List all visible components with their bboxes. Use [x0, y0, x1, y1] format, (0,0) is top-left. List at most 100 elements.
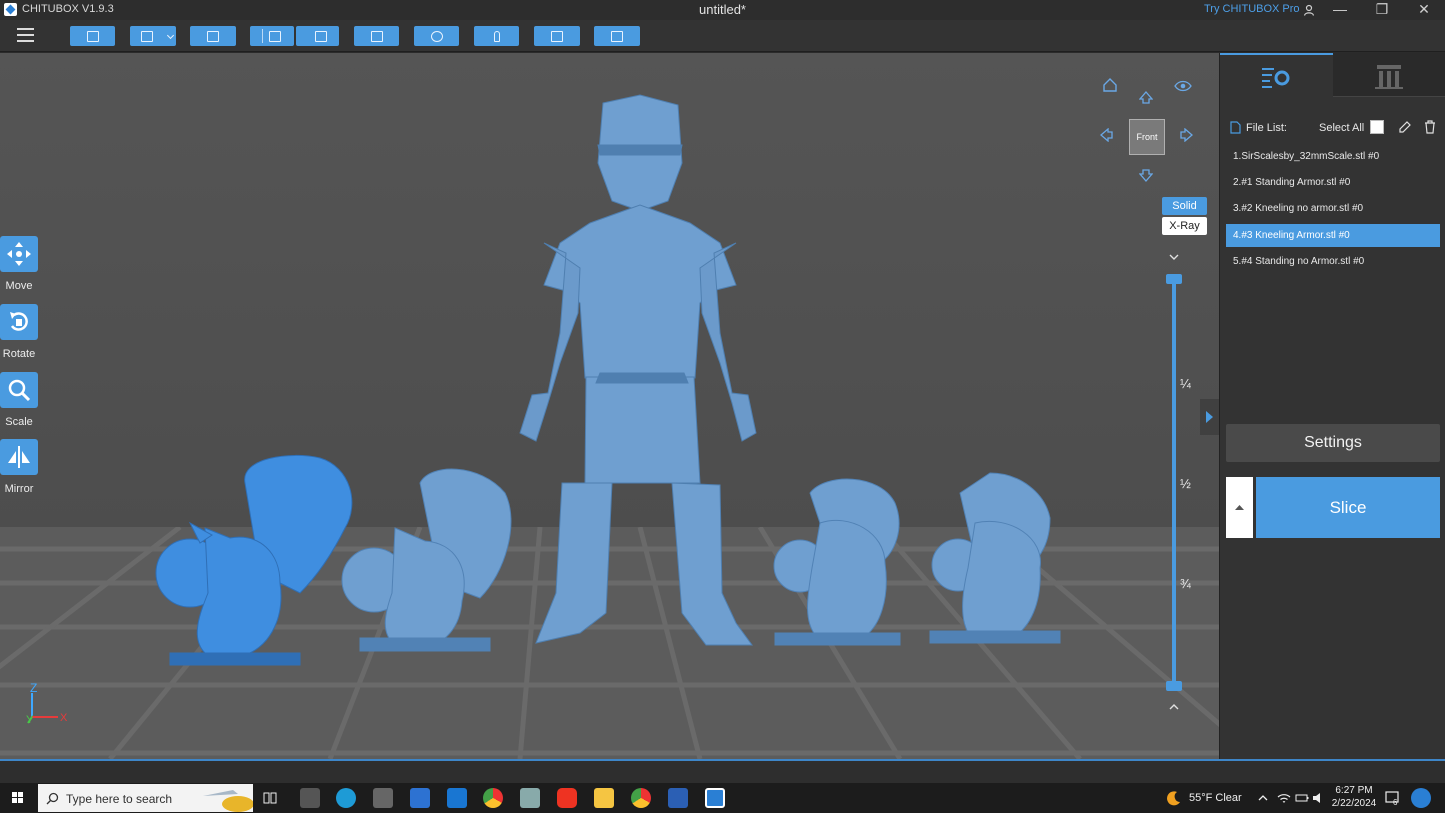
settings-button[interactable]: Settings: [1226, 424, 1440, 462]
trash-icon[interactable]: [1423, 120, 1437, 134]
file-list-header: File List: Select All: [1226, 119, 1440, 137]
move-label: Move: [5, 280, 33, 292]
cortana-icon[interactable]: [410, 788, 430, 808]
home-view-icon[interactable]: [1102, 77, 1118, 93]
main-toolbar: [0, 20, 1445, 52]
notification-count: 6: [1393, 798, 1398, 807]
notification-center-icon[interactable]: [1384, 790, 1400, 806]
standing-armor-model[interactable]: [341, 468, 512, 652]
scale-tool[interactable]: Scale: [0, 372, 38, 428]
layer-slider-track[interactable]: [1172, 279, 1176, 689]
title-bar: CHITUBOX V1.9.3 untitled* Try CHITUBOX P…: [0, 0, 1445, 20]
app-name: CHITUBOX V1.9.3: [22, 3, 114, 15]
file-list-item-selected[interactable]: 4.#3 Kneeling Armor.stl #0: [1226, 224, 1440, 247]
copy-icon: [370, 31, 383, 42]
solid-view-button[interactable]: Solid: [1162, 197, 1207, 215]
colorful-app-icon[interactable]: [1411, 788, 1431, 808]
tab-machine[interactable]: [1333, 53, 1445, 97]
try-pro-link[interactable]: Try CHITUBOX Pro: [1204, 3, 1300, 15]
save-button[interactable]: [130, 26, 176, 46]
move-tool[interactable]: Move: [0, 236, 38, 292]
layer-slider-bottom-handle[interactable]: [1166, 681, 1182, 691]
chevron-up-icon[interactable]: [1257, 792, 1269, 804]
support-button[interactable]: [474, 26, 519, 46]
edge-icon[interactable]: [336, 788, 356, 808]
eye-icon[interactable]: [1174, 79, 1192, 93]
rotate-label: Rotate: [2, 348, 36, 360]
select-all-checkbox[interactable]: [1370, 120, 1384, 134]
axis-z-label: Z: [30, 681, 37, 695]
edit-icon[interactable]: [1398, 120, 1412, 134]
file-list-item[interactable]: 3.#2 Kneeling no armor.stl #0: [1226, 197, 1440, 220]
chevron-down-icon: [166, 31, 175, 40]
hollow-button[interactable]: [534, 26, 580, 46]
slice-button[interactable]: Slice: [1256, 477, 1440, 538]
restore-button[interactable]: ❐: [1364, 0, 1400, 20]
mail-icon[interactable]: [447, 788, 467, 808]
file-explorer-icon[interactable]: [594, 788, 614, 808]
chitubox-logo-icon: [4, 3, 17, 16]
copy-button[interactable]: [354, 26, 399, 46]
arrange-button[interactable]: [414, 26, 459, 46]
3d-viewport[interactable]: Move Rotate Scale Mirror Front Solid X-R…: [0, 53, 1219, 759]
support-icon: [493, 31, 500, 42]
paint-icon[interactable]: [520, 788, 540, 808]
file-icon: [1230, 121, 1241, 134]
slice-options-button[interactable]: [1226, 477, 1253, 538]
clock-time[interactable]: 6:27 PM: [1334, 785, 1374, 796]
kneeling-no-armor-model[interactable]: [773, 478, 901, 646]
status-bar: [0, 761, 1445, 783]
microsoft-store-icon[interactable]: [300, 788, 320, 808]
chevron-right-icon: [1206, 411, 1213, 423]
view-cube[interactable]: Front: [1129, 119, 1165, 155]
windows-start-icon[interactable]: [0, 783, 36, 813]
word-icon[interactable]: [668, 788, 688, 808]
save-icon: [141, 31, 153, 42]
minimize-button[interactable]: —: [1322, 0, 1358, 20]
file-list-item[interactable]: 5.#4 Standing no Armor.stl #0: [1226, 250, 1440, 273]
volume-icon[interactable]: [1312, 791, 1326, 805]
view-down-arrow-icon[interactable]: [1139, 168, 1153, 182]
battery-icon[interactable]: [1295, 791, 1309, 805]
layer-slider-top-handle[interactable]: [1166, 274, 1182, 284]
open-file-button[interactable]: [70, 26, 115, 46]
taskbar-search-input[interactable]: Type here to search: [38, 784, 253, 812]
rotate-icon: [0, 304, 38, 340]
weather-text[interactable]: 55°F Clear: [1189, 792, 1242, 804]
view-left-arrow-icon[interactable]: [1100, 128, 1114, 142]
chrome-icon[interactable]: [483, 788, 503, 808]
kneeling-armor-model[interactable]: [155, 454, 353, 666]
chrome-profile-icon[interactable]: [631, 788, 651, 808]
file-list-item[interactable]: 2.#1 Standing Armor.stl #0: [1226, 171, 1440, 194]
tab-file-settings[interactable]: [1220, 53, 1333, 97]
redo-icon: [314, 31, 327, 42]
standing-no-armor-model[interactable]: [929, 472, 1061, 644]
search-placeholder: Type here to search: [66, 792, 173, 806]
youtube-icon[interactable]: [557, 788, 577, 808]
undo-button[interactable]: [250, 26, 294, 46]
view-right-arrow-icon[interactable]: [1179, 128, 1193, 142]
layer-fraction-half: ½: [1180, 476, 1191, 491]
hamburger-menu-icon[interactable]: [17, 28, 34, 42]
clock-date[interactable]: 2/22/2024: [1331, 798, 1377, 809]
mirror-tool[interactable]: Mirror: [0, 439, 38, 495]
wifi-icon[interactable]: [1277, 791, 1291, 805]
close-button[interactable]: ✕: [1406, 0, 1442, 20]
calculator-icon[interactable]: [373, 788, 393, 808]
knight-model[interactable]: [519, 94, 757, 646]
moon-weather-icon: [1167, 791, 1180, 806]
chevron-up-icon[interactable]: [1168, 701, 1180, 713]
import-button[interactable]: [190, 26, 236, 46]
redo-button[interactable]: [296, 26, 339, 46]
task-view-icon[interactable]: [263, 791, 277, 805]
search-icon: [46, 792, 59, 805]
xray-view-button[interactable]: X-Ray: [1162, 217, 1207, 235]
file-list-item[interactable]: 1.SirScalesby_32mmScale.stl #0: [1226, 145, 1440, 168]
chitubox-window: CHITUBOX V1.9.3 untitled* Try CHITUBOX P…: [0, 0, 1445, 813]
dig-hole-button[interactable]: [594, 26, 640, 46]
panel-toggle-button[interactable]: [1200, 399, 1219, 435]
rotate-tool[interactable]: Rotate: [0, 304, 38, 360]
chitubox-taskbar-icon[interactable]: [705, 788, 725, 808]
chevron-down-icon[interactable]: [1168, 251, 1180, 263]
view-up-arrow-icon[interactable]: [1139, 91, 1153, 105]
